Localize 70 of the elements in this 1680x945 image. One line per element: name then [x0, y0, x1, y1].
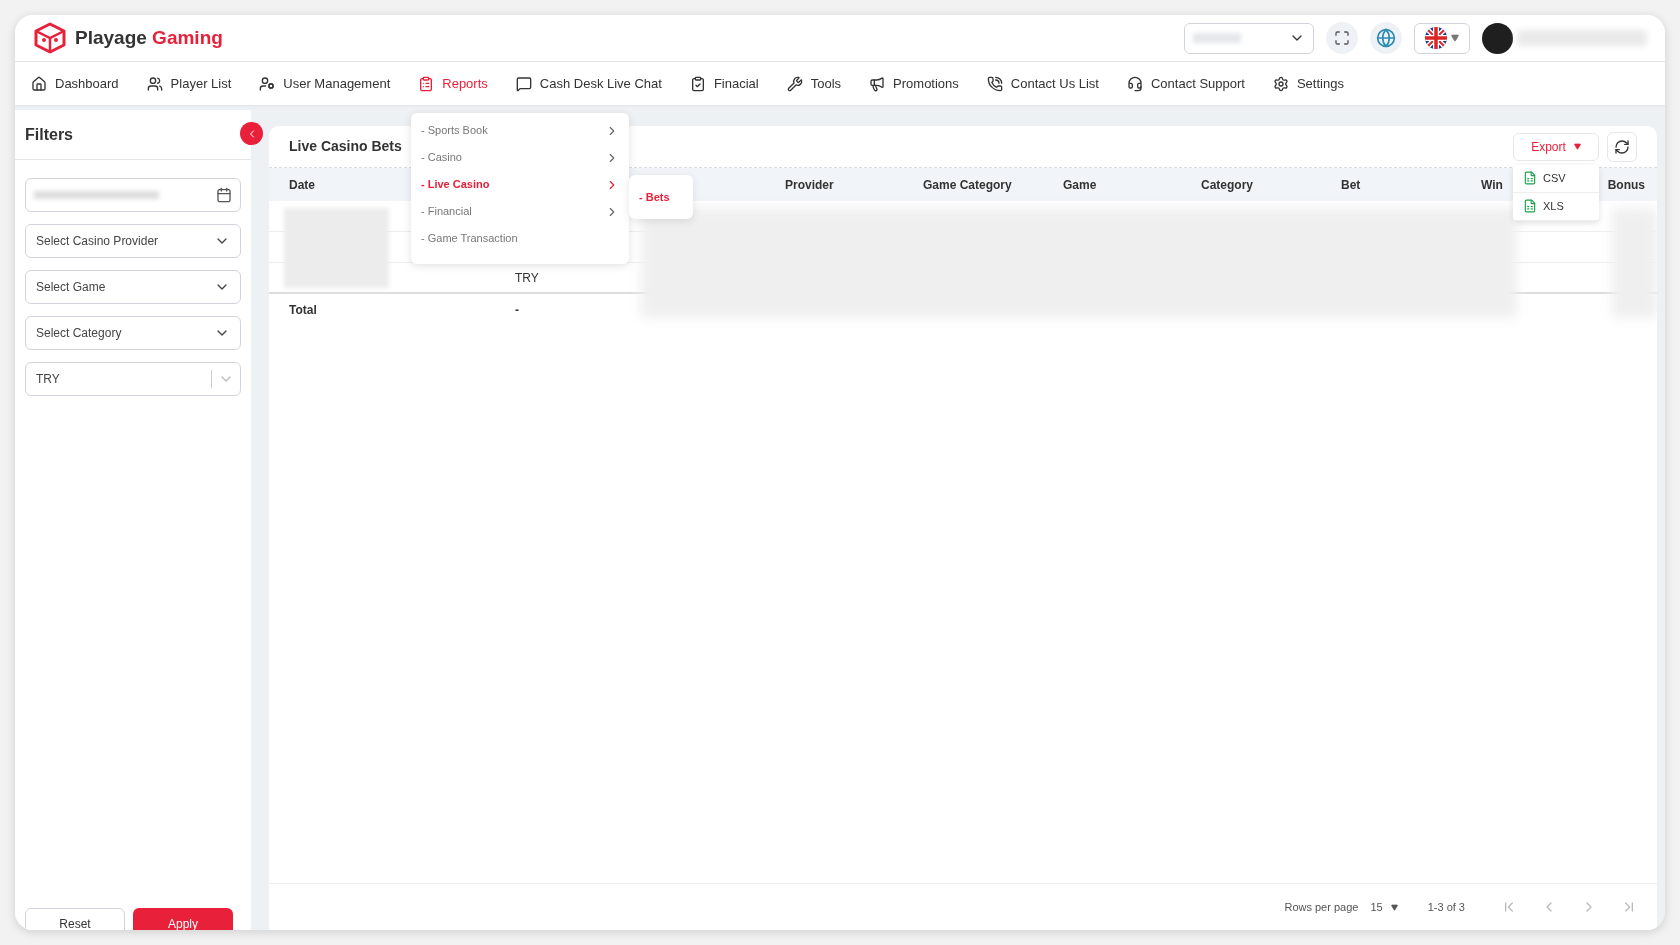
column-header: Date	[289, 177, 315, 192]
logo-icon	[33, 22, 67, 54]
column-header: Bet	[1341, 177, 1361, 192]
report-title: Live Casino Bets	[289, 137, 402, 156]
table-cell: TRY	[515, 270, 539, 285]
select-field[interactable]: Select Game	[25, 270, 241, 304]
menu-item[interactable]: - Financial	[411, 198, 629, 225]
settings-icon	[1272, 75, 1289, 92]
date-range-field[interactable]	[25, 178, 241, 212]
globe-icon	[1376, 28, 1396, 48]
user-gear-icon	[259, 75, 276, 92]
nav-item[interactable]: Player List	[138, 73, 240, 94]
users-icon	[146, 75, 163, 92]
refresh-icon	[1614, 138, 1630, 155]
phone-icon	[986, 75, 1003, 92]
fullscreen-icon	[1334, 30, 1350, 46]
total-value: -	[515, 303, 519, 317]
nav-item[interactable]: Promotions	[861, 73, 967, 94]
column-header: Category	[1201, 177, 1253, 192]
column-header: Game Category	[923, 177, 1012, 192]
redacted-block	[1193, 33, 1241, 43]
column-header: Win	[1481, 177, 1503, 192]
clipboard-icon	[418, 75, 435, 92]
caret-icon	[1390, 903, 1398, 911]
nav-item[interactable]: Tools	[778, 73, 850, 94]
total-label: Total	[289, 303, 317, 317]
nav-item[interactable]: Dashboard	[23, 73, 127, 94]
nav-item[interactable]: Finacial	[681, 73, 767, 94]
currency-select[interactable]: TRY	[25, 362, 241, 396]
column-header: Game	[1063, 177, 1097, 192]
wrench-icon	[786, 75, 803, 92]
refresh-button[interactable]	[1607, 131, 1637, 162]
reset-button[interactable]: Reset	[25, 908, 125, 930]
submenu-item[interactable]: - Bets	[629, 188, 693, 206]
nav-item[interactable]: User Management	[251, 73, 399, 94]
globe-button[interactable]	[1370, 22, 1402, 54]
brand-name: Playage Gaming	[75, 25, 223, 50]
select-field[interactable]: Select Category	[25, 316, 241, 350]
spreadsheet-icon	[1523, 171, 1537, 185]
collapse-button[interactable]	[240, 122, 263, 145]
headset-icon	[1127, 75, 1143, 92]
column-header: Bonus	[1607, 177, 1645, 192]
column-header: Provider	[785, 177, 834, 192]
caret-icon	[1451, 34, 1459, 42]
calendar-icon	[216, 187, 232, 203]
language-select[interactable]	[1414, 22, 1470, 54]
fullscreen-button[interactable]	[1326, 22, 1358, 54]
menu-item[interactable]: - Casino	[411, 144, 629, 171]
chat-icon	[515, 75, 532, 92]
menu-item[interactable]: - Live Casino	[411, 171, 629, 198]
nav-item[interactable]: Contact Us List	[978, 73, 1107, 94]
clipboard-check-icon	[689, 75, 706, 92]
menu-item[interactable]: - Sports Book	[411, 117, 629, 144]
rows-per-page-select[interactable]: 15	[1370, 898, 1398, 916]
nav-item[interactable]: Reports	[410, 73, 496, 94]
menu-item[interactable]: - Game Transaction	[411, 225, 629, 252]
nav-item[interactable]: Contact Support	[1119, 73, 1253, 94]
spreadsheet-icon	[1523, 199, 1537, 213]
select-field[interactable]: Select Casino Provider	[25, 224, 241, 258]
uk-flag-icon	[1425, 27, 1447, 49]
export-button[interactable]: Export	[1513, 132, 1599, 161]
nav-item[interactable]: Cash Desk Live Chat	[507, 73, 670, 94]
home-icon	[31, 75, 47, 92]
megaphone-icon	[869, 75, 886, 92]
rows-per-page-label: Rows per page	[1284, 899, 1359, 915]
nav-item[interactable]: Settings	[1264, 73, 1352, 94]
caret-icon	[1573, 143, 1581, 150]
apply-button[interactable]: Apply	[133, 908, 233, 930]
avatar[interactable]	[1482, 22, 1513, 54]
page-range: 1-3 of 3	[1427, 899, 1465, 915]
